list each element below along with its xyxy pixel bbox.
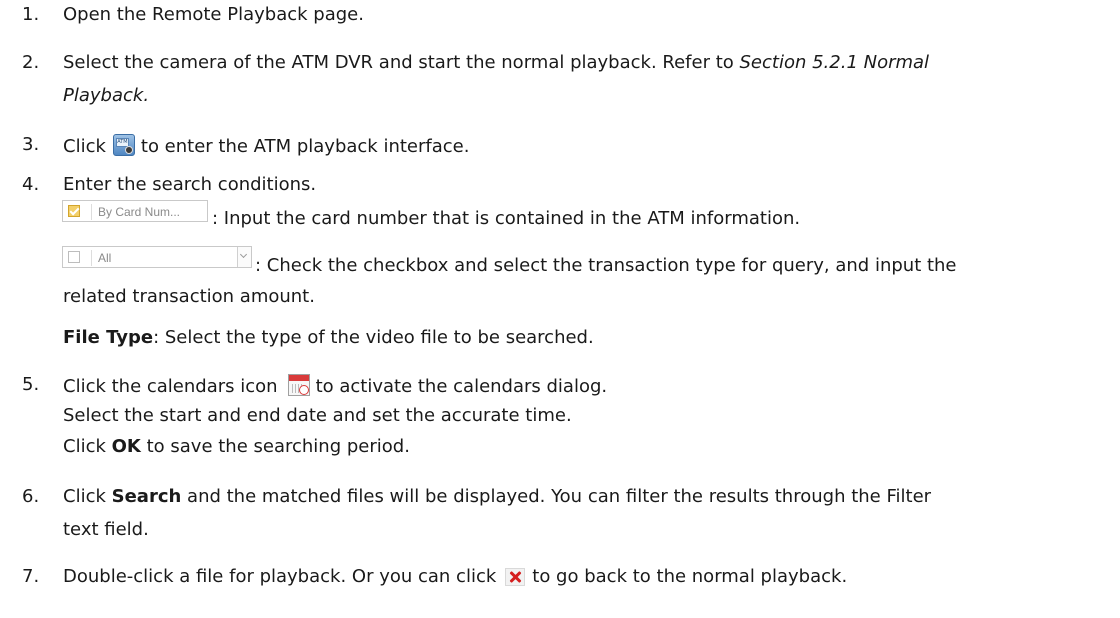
step-5-line: Click the calendars icon to activate the … [63,374,607,398]
ok-label: OK [111,436,141,457]
document-page: 1. Open the Remote Playback page. 2. Sel… [0,0,1120,618]
step-3-number: 3. [22,134,40,155]
card-number-search-widget[interactable]: By Card Num... [62,200,208,222]
step-2-line-2: Playback. [63,85,149,107]
step-6-line-1: Click Search and the matched files will … [63,486,931,508]
step-7-text-pre: Double-click a file for playback. Or you… [63,566,497,587]
step-2-line-1: Select the camera of the ATM DVR and sta… [63,52,929,74]
transaction-type-select[interactable]: All [91,250,111,266]
search-label: Search [111,486,182,507]
file-type-line: File Type: Select the type of the video … [63,327,594,349]
transaction-type-checkbox[interactable] [68,251,80,263]
step-7-line: Double-click a file for playback. Or you… [63,566,847,588]
step-6-number: 6. [22,486,40,507]
close-icon[interactable] [505,568,526,586]
step-4-number: 4. [22,174,40,195]
step-5-text-post: to activate the calendars dialog. [315,376,608,397]
chevron-down-icon[interactable] [237,247,251,267]
calendar-ok-line: Click OK to save the searching period. [63,436,410,458]
transaction-type-description: : Check the checkbox and select the tran… [255,255,957,276]
step-3-text-post: to enter the ATM playback interface. [140,136,470,157]
step-5-number: 5. [22,374,40,395]
transaction-type-description-cont: related transaction amount. [63,286,315,307]
step-1-text: Open the Remote Playback page. [63,4,364,25]
calendar-ok-pre: Click [63,436,112,457]
step-7-text-post: to go back to the normal playback. [532,566,848,587]
calendar-instruction: Select the start and end date and set th… [63,405,572,426]
step-6-text-pre: Click [63,486,112,507]
step-2-text: Select the camera of the ATM DVR and sta… [63,52,740,73]
card-number-description: : Input the card number that is containe… [212,208,801,229]
step-7-number: 7. [22,566,40,587]
step-3-text-pre: Click [63,136,106,157]
transaction-type-widget[interactable]: All [62,246,252,268]
step-1-number: 1. [22,4,40,25]
file-type-description: : Select the type of the video file to b… [153,327,594,348]
step-6-text-post: and the matched files will be displayed.… [181,486,932,507]
section-reference: Section 5.2.1 Normal [739,52,930,73]
section-reference-cont: Playback. [63,85,150,106]
file-type-label: File Type [63,327,154,348]
card-number-checkbox[interactable] [68,205,80,217]
step-6-line-2: text field. [63,519,149,540]
calendar-ok-post: to save the searching period. [140,436,410,457]
card-number-input[interactable]: By Card Num... [91,204,180,220]
calendar-icon[interactable] [287,374,310,396]
step-5-text-pre: Click the calendars icon [63,376,278,397]
step-3-line: Click ATM to enter the ATM playback interf… [63,134,469,158]
atm-playback-icon[interactable]: ATM [112,134,135,156]
step-2-number: 2. [22,52,40,73]
step-4-text: Enter the search conditions. [63,174,317,195]
